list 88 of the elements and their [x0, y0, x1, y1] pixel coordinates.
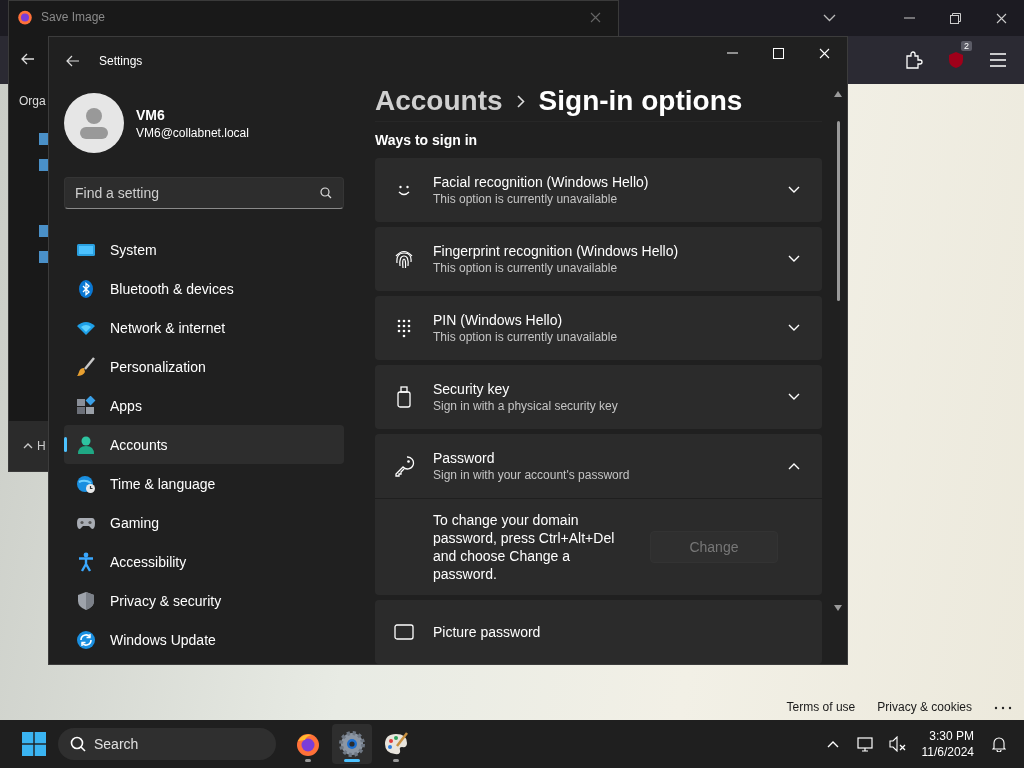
gear-icon [339, 731, 365, 757]
nav-item[interactable]: Time & language [64, 464, 344, 503]
option-title: Password [433, 450, 496, 466]
fingerprint-icon [393, 248, 415, 270]
minimize-icon [726, 52, 738, 54]
search-icon [320, 187, 332, 199]
user-name: VM6 [136, 106, 166, 123]
scrollbar[interactable] [831, 91, 845, 611]
accessibility-person-icon [76, 551, 96, 572]
footer-link[interactable]: Terms of use [786, 700, 856, 714]
nav-item[interactable]: Gaming [64, 503, 344, 542]
chevron-up-icon [826, 740, 839, 748]
more-icon[interactable] [994, 706, 1012, 710]
chevron-down-icon [788, 186, 800, 194]
nav-item[interactable]: Apps [64, 386, 344, 425]
option-title: Picture password [433, 624, 542, 640]
keypad-dots-icon [396, 318, 412, 338]
nav-item[interactable]: Network & internet [64, 308, 344, 347]
shield-icon [948, 51, 964, 69]
option-subtitle: This option is currently unavailable [433, 261, 619, 275]
usb-key-icon [397, 386, 411, 408]
globe-clock-icon [76, 473, 96, 494]
key-icon [393, 455, 415, 477]
option-title: Fingerprint recognition (Windows Hello) [433, 243, 680, 259]
scroll-down-arrow-icon[interactable] [834, 605, 842, 611]
option-subtitle: Sign in with a physical security key [433, 399, 619, 413]
option-title: Security key [433, 381, 511, 397]
option-title: PIN (Windows Hello) [433, 312, 564, 328]
sync-icon [76, 629, 96, 650]
search-icon [70, 736, 86, 752]
info-text: To change your domain password, press Ctrl+Alt+Del and choose Change a password. [433, 511, 616, 583]
settings-search-field[interactable]: Find a setting [64, 177, 344, 209]
minimize-icon [903, 17, 915, 19]
maximize-icon [772, 47, 784, 59]
monitor-icon [856, 736, 875, 752]
menu-icon [990, 53, 1006, 67]
chevron-down-icon [788, 324, 800, 332]
option-title: Facial recognition (Windows Hello) [433, 174, 650, 190]
chevron-down-icon [822, 14, 836, 22]
nav-item[interactable]: Personalization [64, 347, 344, 386]
chevron-down-icon [788, 393, 800, 401]
option-subtitle: Sign in with your account's password [433, 468, 631, 482]
close-icon [589, 11, 601, 23]
person-icon [76, 434, 96, 455]
back-arrow-icon[interactable] [21, 53, 35, 65]
bluetooth-icon [76, 278, 96, 299]
paintbrush-icon [76, 356, 96, 377]
taskbar-app[interactable] [332, 724, 372, 764]
breadcrumb-link[interactable]: Accounts [375, 85, 503, 117]
count-badge: 2 [961, 41, 972, 51]
option-subtitle: This option is currently unavailable [433, 192, 619, 206]
section-heading: Ways to sign in [375, 132, 479, 148]
organize-button[interactable]: Orga [9, 85, 46, 117]
firefox-icon [295, 731, 321, 757]
taskbar-search-field[interactable]: Search [58, 728, 276, 760]
shield-icon [76, 590, 96, 611]
page-title: Sign-in options [538, 85, 743, 117]
palette-icon [383, 731, 409, 757]
back-arrow-icon [66, 55, 80, 67]
restore-icon [949, 12, 961, 24]
chevron-down-icon [788, 255, 800, 263]
nav-item[interactable]: Accounts [64, 425, 344, 464]
bell-icon [992, 736, 1006, 752]
close-icon [995, 12, 1007, 24]
chevron-right-icon [516, 94, 525, 108]
chevron-up-icon [788, 462, 800, 470]
nav-item[interactable]: Bluetooth & devices [64, 269, 344, 308]
nav-item[interactable]: System [64, 230, 344, 269]
apps-icon [76, 395, 96, 416]
nav-item[interactable]: Accessibility [64, 542, 344, 581]
footer-link[interactable]: Privacy & cookies [877, 700, 972, 714]
picture-icon [394, 624, 414, 640]
chevron-up-icon [23, 443, 33, 449]
user-email: VM6@collabnet.local [136, 125, 249, 140]
dialog-title: Save Image [41, 10, 107, 24]
firefox-icon [17, 9, 33, 25]
person-silhouette-icon [79, 107, 109, 139]
window-title: Settings [99, 54, 144, 68]
option-subtitle: This option is currently unavailable [433, 330, 619, 344]
hide-folders-button[interactable]: H [23, 439, 46, 453]
puzzle-piece-icon [905, 51, 923, 69]
windows-logo-icon [22, 732, 46, 756]
close-icon [818, 47, 830, 59]
clock[interactable]: 3:30 PM 11/6/2024 [915, 729, 980, 759]
speaker-muted-icon [888, 736, 907, 752]
nav-item[interactable]: Windows Update [64, 620, 344, 659]
nav-item[interactable]: Privacy & security [64, 581, 344, 620]
scroll-up-arrow-icon[interactable] [834, 91, 842, 97]
